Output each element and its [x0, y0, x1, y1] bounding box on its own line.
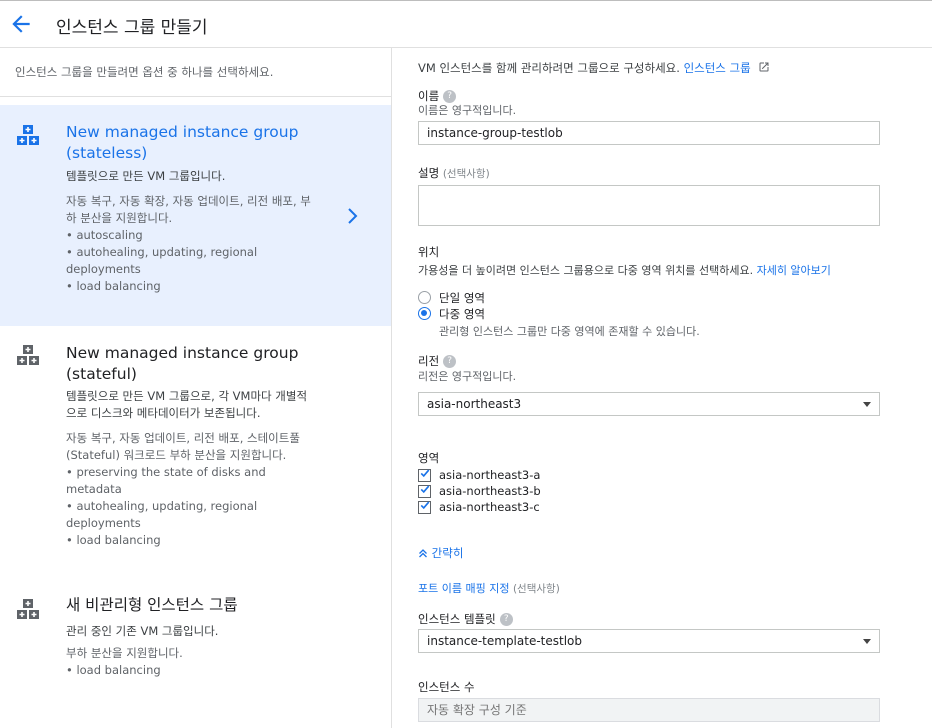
dropdown-arrow-icon	[863, 402, 871, 407]
optional-tag: (선택사항)	[512, 583, 560, 595]
check-icon	[420, 485, 430, 494]
location-label: 위치	[418, 245, 440, 259]
detail-line: metadata	[66, 482, 122, 496]
zone-label: asia-northeast3-b	[439, 484, 541, 498]
help-icon[interactable]: ?	[499, 613, 513, 626]
instance-group-icon	[17, 345, 39, 365]
detail-line: 부하 분산을 지원합니다.	[66, 646, 183, 660]
detail-line: • load balancing	[66, 533, 161, 547]
detail-line: deployments	[66, 262, 141, 276]
subtitle-line: 으로 디스크와 메타데이터가 보존됩니다.	[66, 405, 261, 420]
option-managed-stateful[interactable]: New managed instance group (stateful) 템플…	[0, 326, 391, 551]
check-icon	[420, 501, 430, 510]
multi-zone-label: 다중 영역	[439, 307, 485, 321]
zone-checkbox[interactable]	[418, 501, 431, 514]
detail-line: deployments	[66, 516, 141, 530]
detail-line: 자동 복구, 자동 업데이트, 리전 배포, 스테이트풀	[66, 431, 300, 445]
detail-line: 하 분산을 지원합니다.	[66, 211, 173, 225]
option-subtitle: 관리 중인 기존 VM 그룹입니다.	[66, 624, 219, 638]
detail-line: • autohealing, updating, regional	[66, 245, 258, 259]
description-label-text: 설명	[418, 166, 440, 180]
instance-count-label: 인스턴스 수	[418, 680, 475, 694]
learn-more-link[interactable]: 자세히 알아보기	[757, 264, 831, 277]
multi-zone-radio[interactable]	[418, 307, 431, 320]
port-mapping: 포트 이름 매핑 지정 (선택사항)	[418, 580, 560, 596]
option-managed-stateless[interactable]: New managed instance group (stateless) 템…	[0, 105, 391, 326]
template-value: instance-template-testlob	[427, 634, 583, 648]
option-title: New managed instance group (stateless)	[66, 122, 316, 164]
name-input[interactable]	[418, 121, 880, 145]
option-title-line: (stateless)	[66, 144, 148, 162]
region-select[interactable]: asia-northeast3	[418, 392, 880, 416]
option-subtitle: 템플릿으로 만든 VM 그룹입니다.	[66, 169, 226, 183]
single-zone-radio[interactable]	[418, 291, 431, 304]
chevron-up-icon	[419, 549, 427, 558]
subtitle-line: 템플릿으로 만든 VM 그룹으로, 각 VM마다 개별적	[66, 389, 308, 403]
back-button[interactable]	[8, 11, 34, 37]
template-label: 인스턴스 템플릿?	[418, 611, 513, 627]
detail-line: • load balancing	[66, 663, 161, 677]
location-help: 가용성을 더 높이려면 인스턴스 그룹용으로 다중 영역 위치를 선택하세요. …	[418, 262, 831, 278]
optional-tag: (선택사항)	[442, 168, 490, 180]
instance-group-docs-link[interactable]: 인스턴스 그룹	[684, 61, 751, 75]
chevron-right-icon	[348, 208, 358, 224]
name-help: 이름은 영구적입니다.	[418, 104, 517, 117]
instance-count-input[interactable]	[418, 698, 880, 722]
selector-intro: 인스턴스 그룹을 만들려면 옵션 중 하나를 선택하세요.	[15, 65, 274, 79]
collapse-label: 간략히	[431, 546, 464, 560]
detail-line: • preserving the state of disks and	[66, 465, 266, 479]
group-type-selector: 인스턴스 그룹을 만들려면 옵션 중 하나를 선택하세요. New manage…	[0, 48, 392, 728]
option-subtitle: 템플릿으로 만든 VM 그룹으로, 각 VM마다 개별적 으로 디스크와 메타데…	[66, 388, 316, 421]
detail-line: • autohealing, updating, regional	[66, 499, 258, 513]
external-link-icon[interactable]	[758, 61, 770, 73]
zone-label: asia-northeast3-a	[439, 468, 541, 482]
instance-group-icon	[17, 125, 39, 145]
option-details: 자동 복구, 자동 업데이트, 리전 배포, 스테이트풀 (Stateful) …	[66, 430, 321, 549]
option-title: New managed instance group (stateful)	[66, 343, 316, 385]
zone-label: asia-northeast3-c	[439, 500, 540, 514]
arrow-back-icon	[12, 15, 30, 33]
form-intro: VM 인스턴스를 함께 관리하려면 그룹으로 구성하세요. 인스턴스 그룹	[418, 60, 770, 76]
location-help-text: 가용성을 더 높이려면 인스턴스 그룹용으로 다중 영역 위치를 선택하세요.	[418, 264, 754, 277]
intro-text: VM 인스턴스를 함께 관리하려면 그룹으로 구성하세요.	[418, 61, 680, 75]
option-details: 부하 분산을 지원합니다. • load balancing	[66, 645, 321, 679]
multi-zone-help: 관리형 인스턴스 그룹만 다중 영역에 존재할 수 있습니다.	[439, 325, 700, 338]
detail-line: 자동 복구, 자동 확장, 자동 업데이트, 리전 배포, 부	[66, 194, 311, 208]
check-icon	[420, 469, 430, 478]
option-details: 자동 복구, 자동 확장, 자동 업데이트, 리전 배포, 부 하 분산을 지원…	[66, 193, 321, 295]
description-label: 설명 (선택사항)	[418, 165, 490, 181]
dropdown-arrow-icon	[863, 639, 871, 644]
detail-line: (Stateful) 워크로드 부하 분산을 지원합니다.	[66, 448, 287, 462]
name-label-text: 이름	[418, 89, 440, 103]
divider	[0, 96, 391, 97]
zone-checkbox[interactable]	[418, 469, 431, 482]
group-form: VM 인스턴스를 함께 관리하려면 그룹으로 구성하세요. 인스턴스 그룹 이름…	[393, 48, 932, 728]
page-title: 인스턴스 그룹 만들기	[56, 18, 208, 38]
detail-line: • autoscaling	[66, 228, 143, 242]
option-title: 새 비관리형 인스턴스 그룹	[66, 596, 238, 614]
option-title-line: New managed instance group	[66, 123, 299, 141]
region-value: asia-northeast3	[427, 397, 522, 411]
detail-line: • load balancing	[66, 279, 161, 293]
instance-group-icon	[17, 599, 39, 619]
collapse-toggle[interactable]: 간략히	[418, 545, 463, 561]
description-input[interactable]	[418, 185, 880, 226]
option-title-line: New managed instance group	[66, 344, 299, 362]
template-label-text: 인스턴스 템플릿	[418, 612, 496, 626]
zones-label: 영역	[418, 451, 440, 465]
single-zone-label: 단일 영역	[439, 291, 485, 305]
region-label: 리전?	[418, 353, 457, 369]
template-select[interactable]: instance-template-testlob	[418, 629, 880, 653]
port-mapping-link[interactable]: 포트 이름 매핑 지정	[418, 582, 509, 595]
region-help: 리전은 영구적입니다.	[418, 370, 517, 383]
help-icon[interactable]: ?	[443, 355, 457, 368]
option-unmanaged[interactable]: 새 비관리형 인스턴스 그룹 관리 중인 기존 VM 그룹입니다. 부하 분산을…	[0, 578, 391, 698]
region-label-text: 리전	[418, 354, 440, 368]
top-bar: 인스턴스 그룹 만들기	[0, 0, 932, 48]
zone-checkbox[interactable]	[418, 485, 431, 498]
option-title-line: (stateful)	[66, 365, 137, 383]
